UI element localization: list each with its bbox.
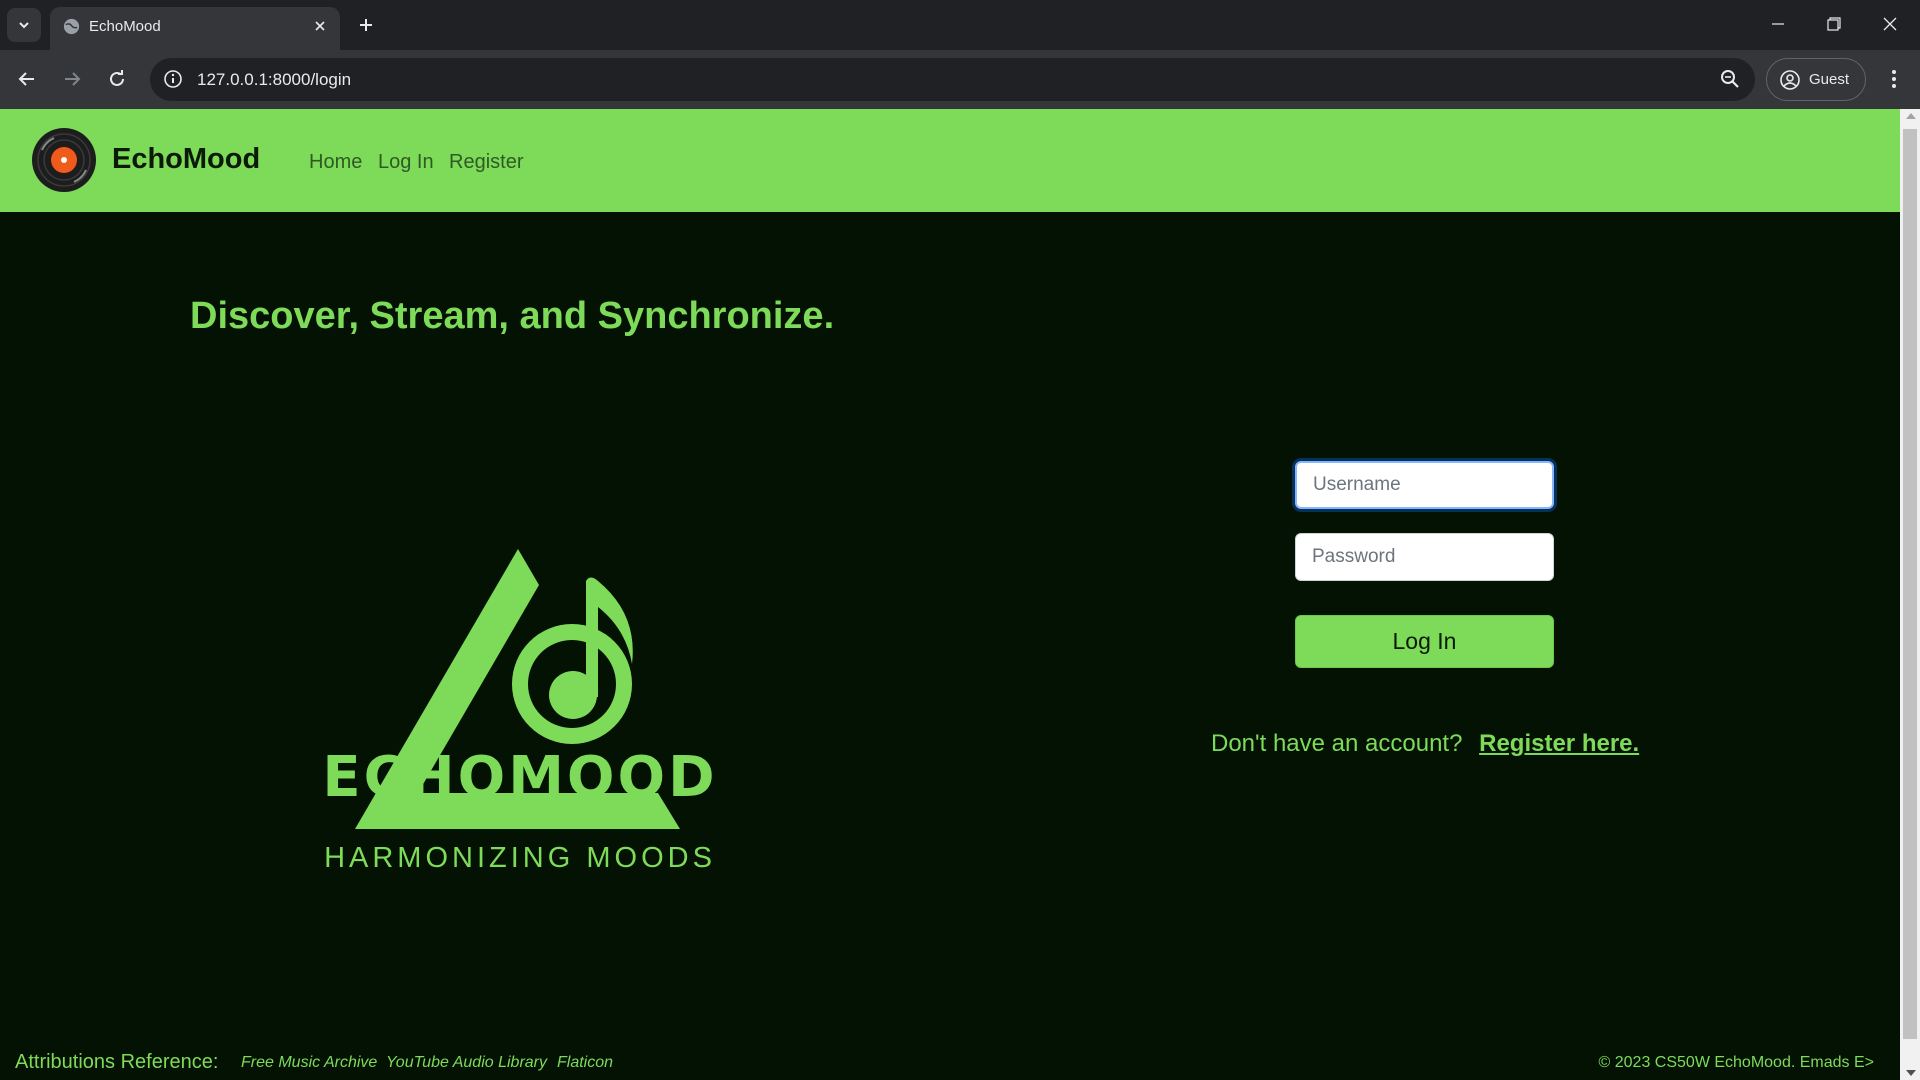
username-field[interactable]	[1295, 461, 1554, 509]
register-link[interactable]: Register here.	[1479, 730, 1639, 757]
nav-link-register[interactable]: Register	[449, 151, 523, 174]
site-footer: Attributions Reference: Free Music Archi…	[0, 1049, 1900, 1080]
chevron-down-icon	[19, 22, 29, 29]
logo-wordmark: ECHOMOOD	[322, 745, 718, 810]
brand-name[interactable]: EchoMood	[112, 143, 260, 176]
attribution-link-youtube[interactable]: YouTube Audio Library	[386, 1054, 547, 1072]
register-prompt: Don't have an account? Register here.	[1211, 730, 1639, 758]
scrollbar-thumb[interactable]	[1903, 129, 1917, 1039]
copyright-text: © 2023 CS50W EchoMood. Emads E>	[1598, 1054, 1874, 1071]
minimize-button[interactable]	[1750, 0, 1806, 48]
browser-tab-bar: EchoMood	[0, 0, 1920, 50]
scroll-up-arrow-icon[interactable]	[1906, 113, 1916, 119]
tab-title: EchoMood	[89, 18, 161, 35]
browser-menu-button[interactable]	[1880, 62, 1908, 96]
back-button[interactable]	[10, 62, 44, 96]
minimize-icon	[1772, 23, 1784, 25]
window-close-button[interactable]	[1862, 0, 1918, 48]
reload-button[interactable]	[100, 62, 134, 96]
page-scrollbar[interactable]	[1900, 109, 1920, 1080]
user-circle-icon	[1780, 69, 1800, 90]
address-bar[interactable]: 127.0.0.1:8000/login	[150, 58, 1755, 101]
plus-icon	[360, 19, 372, 31]
arrow-left-icon	[18, 72, 34, 86]
attribution-link-flaticon[interactable]: Flaticon	[557, 1054, 613, 1072]
tab-search-button[interactable]	[7, 8, 41, 42]
site-navbar: EchoMood Home Log In Register	[0, 109, 1900, 212]
profile-label: Guest	[1809, 71, 1850, 88]
close-icon	[315, 21, 325, 31]
browser-tab[interactable]: EchoMood	[50, 7, 340, 50]
globe-icon	[63, 18, 80, 35]
close-icon	[1883, 17, 1897, 31]
zoom-icon[interactable]	[1719, 68, 1741, 90]
nav-link-home[interactable]: Home	[309, 151, 362, 174]
login-submit-button[interactable]: Log In	[1295, 615, 1554, 668]
url-text: 127.0.0.1:8000/login	[197, 70, 352, 89]
browser-toolbar: 127.0.0.1:8000/login Guest	[0, 50, 1920, 109]
scroll-down-arrow-icon[interactable]	[1906, 1070, 1916, 1076]
tab-close-button[interactable]	[308, 14, 332, 38]
forward-button[interactable]	[55, 62, 89, 96]
page-headline: Discover, Stream, and Synchronize.	[190, 295, 835, 337]
arrow-right-icon	[65, 72, 81, 86]
password-field[interactable]	[1295, 533, 1554, 581]
logo-tagline: HARMONIZING MOODS	[324, 842, 716, 874]
register-prompt-text: Don't have an account?	[1211, 730, 1463, 757]
nav-link-login[interactable]: Log In	[378, 151, 434, 174]
restore-icon	[1827, 17, 1841, 31]
more-vertical-icon	[1892, 70, 1896, 88]
page-viewport: EchoMood Home Log In Register Discover, …	[0, 109, 1900, 1080]
new-tab-button[interactable]	[352, 11, 380, 39]
reload-icon	[110, 70, 124, 86]
info-icon	[164, 70, 182, 88]
vinyl-record-icon[interactable]	[32, 128, 96, 192]
attributions-label: Attributions Reference:	[15, 1051, 219, 1073]
restore-button[interactable]	[1806, 0, 1862, 48]
profile-button[interactable]: Guest	[1766, 58, 1866, 101]
attribution-link-fma[interactable]: Free Music Archive	[241, 1054, 377, 1072]
